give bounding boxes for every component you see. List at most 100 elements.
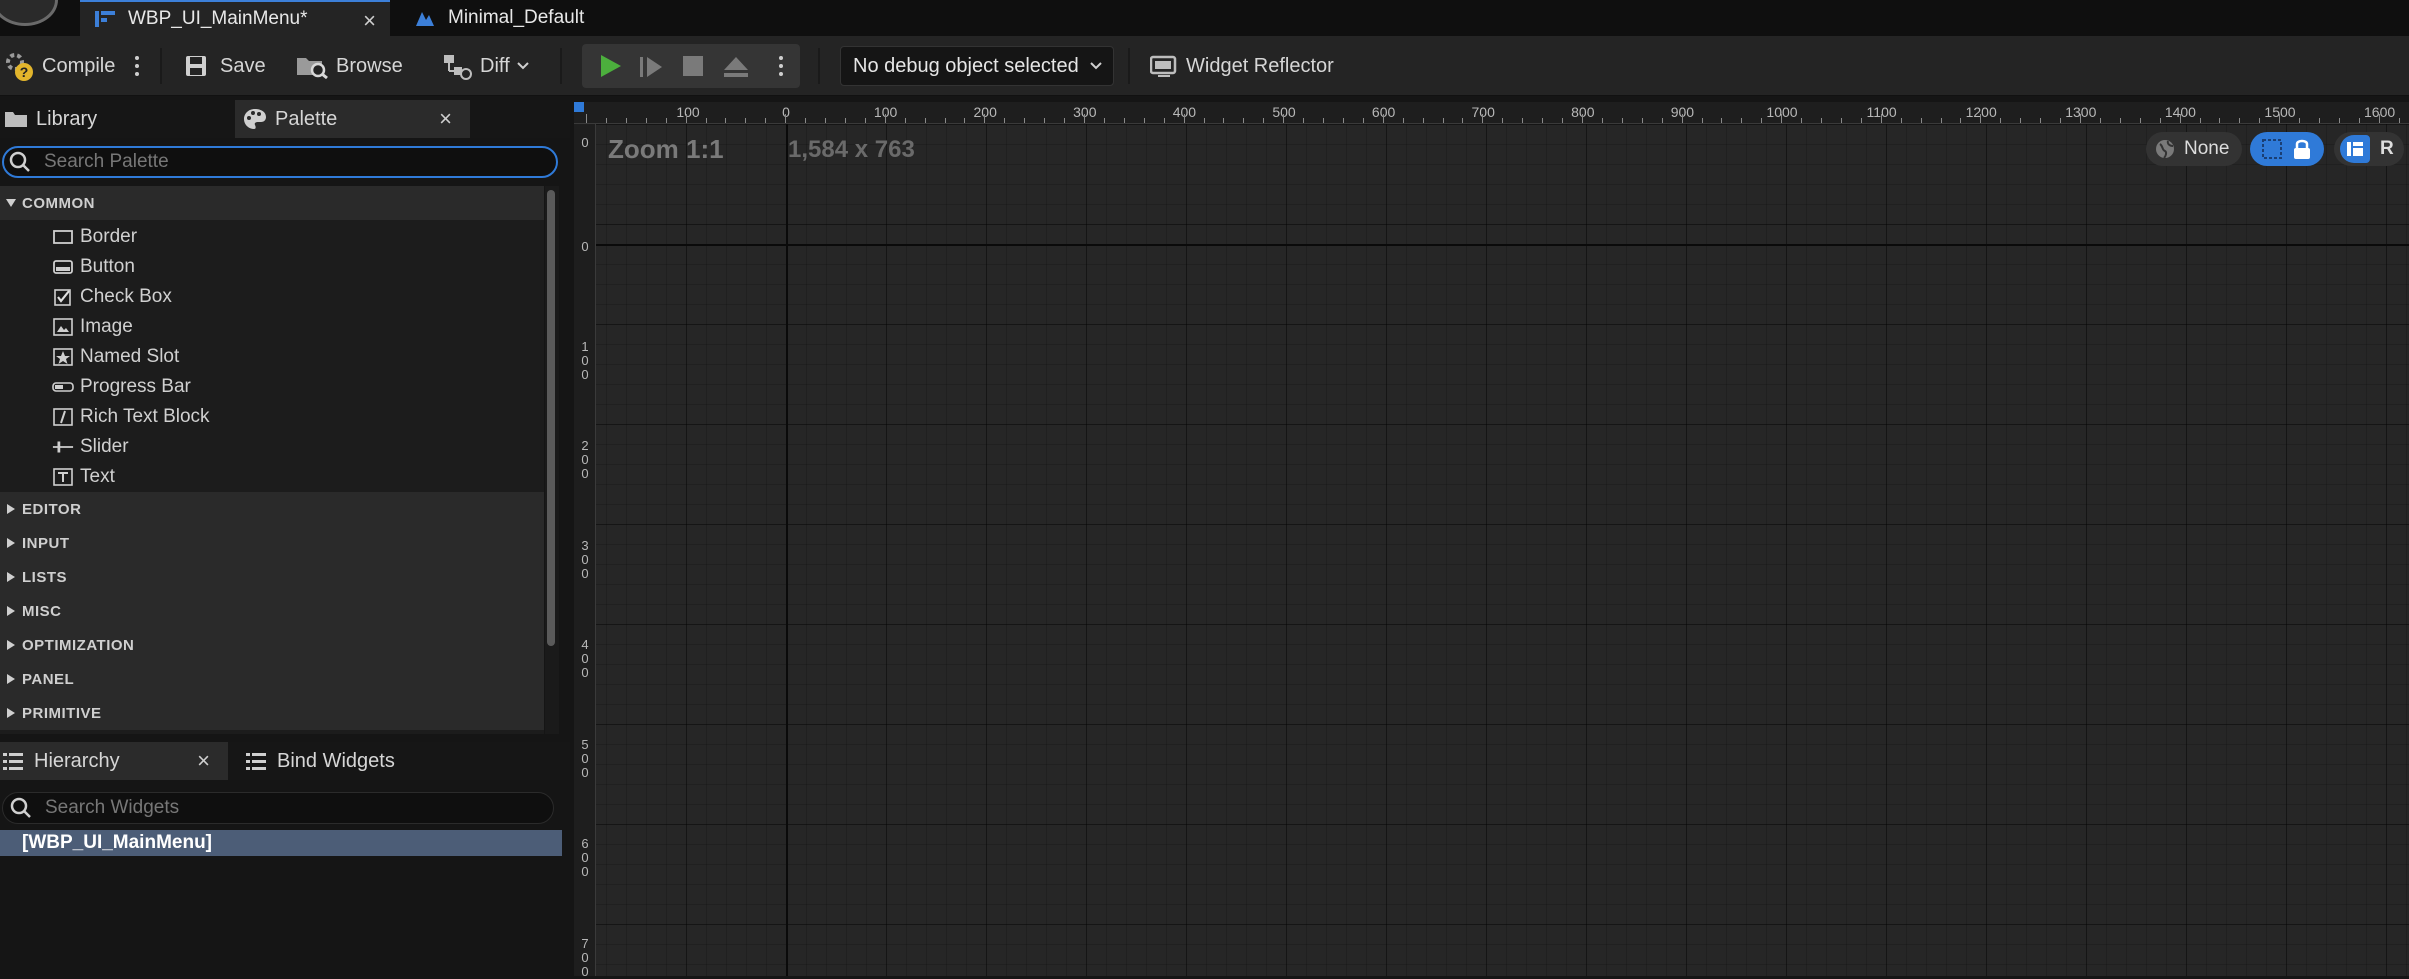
category-label: OPTIMIZATION xyxy=(22,636,135,654)
lock-toggle-group[interactable] xyxy=(2250,132,2324,166)
hierarchy-tab-bar: Hierarchy × Bind Widgets xyxy=(0,742,570,780)
toolbar-divider xyxy=(560,48,562,84)
ruler-tick xyxy=(2000,118,2002,123)
stop-icon[interactable] xyxy=(682,55,704,77)
ruler-tick xyxy=(1203,118,1205,123)
respect-locks-toggle-group[interactable]: R xyxy=(2334,132,2404,166)
ruler-tick xyxy=(2299,118,2301,123)
collapsed-arrow-icon xyxy=(0,673,22,685)
ruler-tick xyxy=(1303,118,1305,123)
category-misc[interactable]: MISC xyxy=(0,594,544,628)
ruler-tick xyxy=(665,118,667,123)
category-label: INPUT xyxy=(22,534,70,552)
palette-item-text[interactable]: Text xyxy=(0,462,544,492)
lock-icon xyxy=(2292,138,2312,160)
eject-icon[interactable] xyxy=(722,54,750,80)
close-icon[interactable]: × xyxy=(439,106,452,132)
widget-search-input[interactable]: Search Widgets xyxy=(2,792,554,824)
ruler-label: 400 xyxy=(581,637,589,680)
ruler-tick xyxy=(1582,114,1583,123)
localization-preview-button[interactable]: None xyxy=(2146,132,2242,166)
palette-item-named-slot[interactable]: Named Slot xyxy=(0,342,544,372)
step-forward-icon[interactable] xyxy=(638,54,664,80)
close-icon[interactable]: × xyxy=(197,748,210,774)
palette-item-rich-text-block[interactable]: Rich Text Block xyxy=(0,402,544,432)
collapsed-arrow-icon xyxy=(0,503,22,515)
browse-button[interactable]: Browse xyxy=(296,36,403,96)
ruler-label: 0 xyxy=(581,239,589,254)
category-common[interactable]: COMMON xyxy=(0,186,544,220)
palette-item-button[interactable]: Button xyxy=(0,252,544,282)
hierarchy-icon xyxy=(2,751,24,771)
button-icon xyxy=(52,257,74,277)
category-lists[interactable]: LISTS xyxy=(0,560,544,594)
ruler-tick xyxy=(2319,118,2321,123)
tab-title: Minimal_Default xyxy=(448,7,585,28)
palette-item-border[interactable]: Border xyxy=(0,222,544,252)
search-icon xyxy=(9,796,33,820)
ruler-tick xyxy=(1183,114,1185,123)
ruler-tick xyxy=(944,118,946,123)
save-button[interactable]: Save xyxy=(184,36,266,96)
category-panel[interactable]: PANEL xyxy=(0,662,544,696)
unreal-logo-icon[interactable] xyxy=(0,0,58,26)
compile-label: Compile xyxy=(42,54,116,77)
collapsed-arrow-icon xyxy=(0,639,22,651)
ruler-label: 600 xyxy=(581,836,589,879)
tab-bind-widgets[interactable]: Bind Widgets xyxy=(235,742,535,780)
ruler-tick xyxy=(1840,118,1842,123)
ruler-tick xyxy=(745,118,747,123)
diff-label: Diff xyxy=(480,54,510,77)
item-label: Border xyxy=(80,226,138,247)
tab-minimal-default[interactable]: Minimal_Default xyxy=(398,0,638,36)
compile-button[interactable]: ? Compile xyxy=(2,36,115,96)
ruler-tick xyxy=(864,118,866,123)
palette-item-check-box[interactable]: Check Box xyxy=(0,282,544,312)
play-options-icon[interactable] xyxy=(778,56,784,76)
ruler-tick xyxy=(805,118,807,123)
layout-icon xyxy=(2340,135,2370,163)
category-editor[interactable]: EDITOR xyxy=(0,492,544,526)
search-placeholder: Search Widgets xyxy=(45,797,180,818)
chevron-down-icon xyxy=(1089,61,1103,71)
ruler-tick xyxy=(924,118,926,123)
ruler-tick xyxy=(605,118,607,123)
globe-icon xyxy=(2154,138,2176,160)
r-button-label: R xyxy=(2380,138,2394,159)
expanded-arrow-icon xyxy=(0,198,22,208)
palette-search-input[interactable]: Search Palette xyxy=(2,146,558,178)
diff-dropdown[interactable]: Diff xyxy=(442,36,530,96)
ruler-tick xyxy=(1920,118,1922,123)
ruler-tick xyxy=(2020,118,2022,123)
designer-canvas[interactable] xyxy=(574,102,2409,976)
ruler-tick xyxy=(1502,118,1504,123)
ruler-tick xyxy=(1263,118,1265,123)
ruler-tick xyxy=(1900,118,1902,123)
category-optimization[interactable]: OPTIMIZATION xyxy=(0,628,544,662)
palette-item-slider[interactable]: Slider xyxy=(0,432,544,462)
compile-options-button[interactable] xyxy=(134,36,140,96)
debug-object-dropdown[interactable]: No debug object selected xyxy=(840,46,1114,86)
ruler-tick xyxy=(725,118,727,123)
palette-item-progress-bar[interactable]: Progress Bar xyxy=(0,372,544,402)
ruler-tick xyxy=(1243,118,1245,123)
ruler-tick xyxy=(1283,114,1285,123)
play-icon[interactable] xyxy=(596,52,624,80)
category-primitive[interactable]: PRIMITIVE xyxy=(0,696,544,730)
bind-widgets-icon xyxy=(245,751,267,771)
ruler-label: 100 xyxy=(676,104,700,120)
hierarchy-root-item[interactable]: [WBP_UI_MainMenu] xyxy=(0,830,562,856)
widget-reflector-button[interactable]: Widget Reflector xyxy=(1150,36,1334,96)
category-input[interactable]: INPUT xyxy=(0,526,544,560)
ruler-tick xyxy=(984,114,986,123)
tab-library[interactable]: Library xyxy=(0,100,228,138)
close-tab-icon[interactable]: × xyxy=(363,8,376,34)
palette-scrollbar-thumb[interactable] xyxy=(547,190,555,646)
tab-hierarchy[interactable]: Hierarchy × xyxy=(0,742,228,780)
tab-palette[interactable]: Palette × xyxy=(235,100,470,138)
palette-item-image[interactable]: Image xyxy=(0,312,544,342)
ruler-tick xyxy=(2378,114,2380,123)
ruler-tick xyxy=(645,118,647,123)
tab-bind-widgets-label: Bind Widgets xyxy=(277,749,395,772)
tab-wbp-ui-mainmenu[interactable]: WBP_UI_MainMenu* × xyxy=(80,0,390,36)
